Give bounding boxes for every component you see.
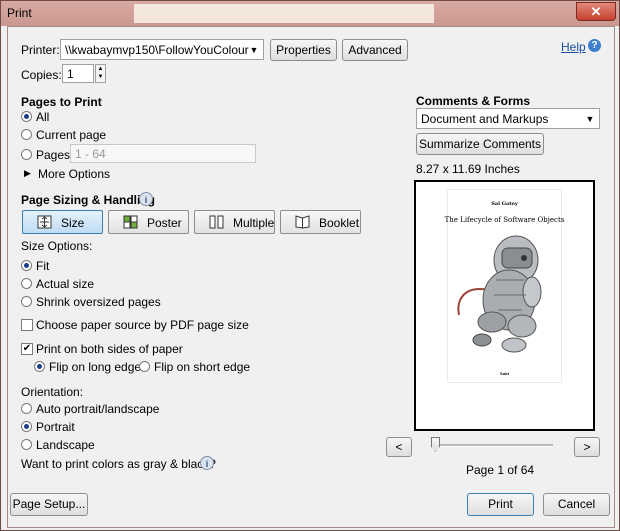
size-options-label: Size Options: (21, 239, 93, 253)
radio-short-edge-label: Flip on short edge (154, 360, 251, 374)
paper-size-label: 8.27 x 11.69 Inches (416, 162, 520, 176)
radio-all-label: All (36, 110, 50, 124)
radio-landscape[interactable] (21, 439, 32, 450)
radio-auto-orientation-label: Auto portrait/landscape (36, 402, 160, 416)
radio-long-edge[interactable] (34, 361, 45, 372)
radio-actual-size-label: Actual size (36, 277, 95, 291)
print-dialog: Print ✕ Printer: \\kwabaymvp150\FollowYo… (0, 0, 620, 531)
tab-poster[interactable]: Poster (108, 210, 189, 234)
tab-multiple[interactable]: Multiple (194, 210, 275, 234)
copies-stepper[interactable]: ▲ ▼ (95, 64, 106, 83)
printer-select[interactable]: \\kwabaymvp150\FollowYouColour ▼ (60, 39, 264, 60)
preview-cover-illustration (457, 235, 542, 353)
tab-poster-label: Poster (147, 216, 182, 230)
copies-value: 1 (67, 67, 74, 81)
radio-long-edge-label: Flip on long edge (49, 360, 142, 374)
info-icon[interactable]: i (139, 192, 153, 206)
radio-fit[interactable] (21, 260, 32, 271)
page-sizing-heading: Page Sizing & Handling (21, 193, 156, 207)
print-preview: Sal Gatoy The Lifecycle of Software Obje… (414, 180, 595, 431)
summarize-comments-button[interactable]: Summarize Comments (416, 133, 544, 155)
print-button[interactable]: Print (467, 493, 534, 516)
prev-page-button[interactable]: < (386, 437, 412, 457)
paper-source-checkbox[interactable] (21, 319, 33, 331)
radio-actual-size[interactable] (21, 278, 32, 289)
multiple-pages-icon (209, 215, 224, 229)
pages-to-print-heading: Pages to Print (21, 95, 102, 109)
radio-shrink-label: Shrink oversized pages (36, 295, 161, 309)
window-title: Print (7, 6, 32, 20)
radio-pages[interactable] (21, 149, 32, 160)
radio-current-page[interactable] (21, 129, 32, 140)
tab-size-label: Size (61, 216, 85, 230)
pages-range-input[interactable]: 1 - 64 (70, 144, 256, 163)
dialog-body: Printer: \\kwabaymvp150\FollowYouColour … (7, 26, 615, 528)
title-glow (134, 4, 434, 23)
tab-size[interactable]: Size (22, 210, 103, 234)
tab-booklet[interactable]: Booklet (280, 210, 361, 234)
preview-page: Sal Gatoy The Lifecycle of Software Obje… (445, 190, 564, 382)
orientation-label: Orientation: (21, 385, 84, 399)
comments-select[interactable]: Document and Markups ▼ (416, 108, 600, 129)
more-options-toggle[interactable]: More Options (38, 167, 110, 181)
comments-value: Document and Markups (421, 112, 549, 126)
radio-portrait[interactable] (21, 421, 32, 432)
properties-button[interactable]: Properties (270, 39, 337, 61)
printer-label: Printer: (21, 43, 60, 57)
page-slider-thumb[interactable] (431, 437, 440, 452)
help-link[interactable]: Help (561, 40, 586, 54)
radio-fit-label: Fit (36, 259, 50, 273)
printer-value: \\kwabaymvp150\FollowYouColour (65, 43, 249, 57)
radio-current-page-label: Current page (36, 128, 107, 142)
help-icon[interactable]: ? (588, 39, 601, 52)
poster-icon (123, 215, 138, 229)
radio-landscape-label: Landscape (36, 438, 95, 452)
copies-label: Copies: (21, 68, 62, 82)
close-button[interactable]: ✕ (576, 2, 616, 21)
preview-footer: Subt (500, 371, 509, 376)
tab-multiple-label: Multiple (233, 216, 275, 230)
radio-short-edge[interactable] (139, 361, 150, 372)
radio-shrink[interactable] (21, 296, 32, 307)
gray-info-icon[interactable]: i (200, 456, 214, 470)
comments-chevron-down-icon: ▼ (585, 114, 595, 124)
radio-pages-label: Pages (36, 148, 71, 162)
radio-all[interactable] (21, 111, 32, 122)
gray-question: Want to print colors as gray & black? (21, 457, 216, 471)
copies-input[interactable]: 1 (62, 64, 94, 83)
paper-source-label: Choose paper source by PDF page size (36, 318, 249, 332)
tab-booklet-label: Booklet (319, 216, 360, 230)
page-indicator: Page 1 of 64 (466, 463, 535, 477)
chevron-right-icon[interactable]: ▶ (24, 168, 31, 179)
advanced-button[interactable]: Advanced (342, 39, 408, 61)
size-icon (37, 215, 52, 229)
title-bar: Print ✕ (1, 1, 619, 26)
radio-auto-orientation[interactable] (21, 403, 32, 414)
cancel-button[interactable]: Cancel (543, 493, 610, 516)
pages-range-placeholder: 1 - 64 (75, 147, 106, 161)
preview-author: Sal Gatoy (491, 201, 518, 207)
page-slider-track[interactable] (433, 444, 553, 447)
both-sides-checkbox[interactable]: ✔ (21, 343, 33, 355)
booklet-icon (295, 215, 310, 229)
chevron-down-icon: ▼ (249, 45, 259, 55)
preview-title: The Lifecycle of Software Objects (444, 216, 565, 224)
both-sides-label: Print on both sides of paper (36, 342, 183, 356)
next-page-button[interactable]: > (574, 437, 600, 457)
page-setup-button[interactable]: Page Setup... (10, 493, 88, 516)
comments-forms-heading: Comments & Forms (416, 94, 531, 108)
radio-portrait-label: Portrait (36, 420, 75, 434)
